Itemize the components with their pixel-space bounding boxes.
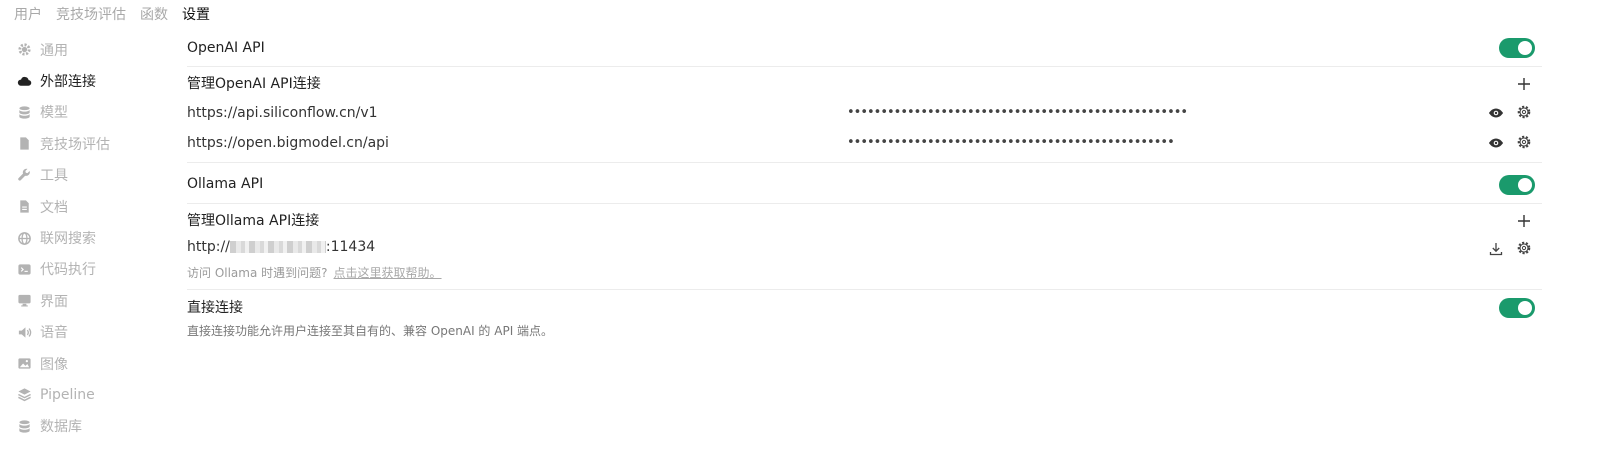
toggle-knob xyxy=(1518,41,1532,55)
sidebar-item-label: 模型 xyxy=(40,105,68,122)
toggle-knob xyxy=(1518,178,1532,192)
plus-icon xyxy=(1518,78,1530,90)
sidebar-item-label: 数据库 xyxy=(40,419,82,436)
hint-text: 访问 Ollama 时遇到问题? xyxy=(187,266,328,280)
ollama-api-title: Ollama API xyxy=(187,176,264,192)
sidebar-item-label: 文档 xyxy=(40,199,68,216)
url-suffix: :11434 xyxy=(325,239,376,255)
sidebar-item-label: 联网搜索 xyxy=(40,231,96,248)
direct-connection-toggle[interactable] xyxy=(1499,298,1535,318)
sidebar-item-documents[interactable]: 文档 xyxy=(16,191,166,222)
direct-connection-description: 直接连接功能允许用户连接至其自有的、兼容 OpenAI 的 API 端点。 xyxy=(187,324,554,338)
show-key-button[interactable] xyxy=(1487,104,1505,122)
toggle-knob xyxy=(1518,301,1532,315)
openai-api-toggle[interactable] xyxy=(1499,38,1535,58)
divider xyxy=(187,203,1542,204)
sidebar-item-arena[interactable]: 竞技场评估 xyxy=(16,128,166,159)
gear-icon xyxy=(16,42,32,58)
sidebar-item-pipelines[interactable]: Pipeline xyxy=(16,379,166,410)
add-ollama-connection-button[interactable] xyxy=(1515,212,1533,230)
connection-settings-button[interactable] xyxy=(1515,239,1533,257)
ollama-connection-url[interactable]: http:// :11434 xyxy=(187,237,375,257)
document-icon xyxy=(16,136,32,152)
plus-icon xyxy=(1518,215,1530,227)
database-icon xyxy=(16,418,32,434)
help-link[interactable]: 点击这里获取帮助。 xyxy=(334,266,442,280)
download-model-button[interactable] xyxy=(1487,240,1505,258)
ollama-help-hint: 访问 Ollama 时遇到问题? 点击这里获取帮助。 xyxy=(187,265,442,281)
openai-connection-url-2[interactable]: https://open.bigmodel.cn/api xyxy=(187,133,389,153)
tab-users[interactable]: 用户 xyxy=(14,5,42,25)
ollama-api-toggle[interactable] xyxy=(1499,175,1535,195)
sidebar-item-label: 竞技场评估 xyxy=(40,136,110,153)
sidebar-item-code-exec[interactable]: 代码执行 xyxy=(16,254,166,285)
file-icon xyxy=(16,199,32,215)
manage-openai-label: 管理OpenAI API连接 xyxy=(187,76,321,92)
sidebar-item-tools[interactable]: 工具 xyxy=(16,160,166,191)
redacted-host xyxy=(229,241,326,253)
sidebar-item-label: 代码执行 xyxy=(40,262,96,279)
terminal-icon xyxy=(16,261,32,277)
sidebar-item-label: Pipeline xyxy=(40,386,95,403)
sidebar-item-audio[interactable]: 语音 xyxy=(16,317,166,348)
sidebar-item-label: 通用 xyxy=(40,42,68,59)
sidebar-item-label: 图像 xyxy=(40,356,68,373)
divider xyxy=(187,66,1542,67)
top-nav: 用户 竞技场评估 函数 设置 xyxy=(14,5,210,25)
settings-sidebar: 通用 外部连接 模型 竞技场评估 工具 文档 联网搜索 代码执行 界面 语音 图… xyxy=(16,34,166,442)
image-icon xyxy=(16,356,32,372)
show-key-button[interactable] xyxy=(1487,134,1505,152)
sidebar-item-label: 语音 xyxy=(40,325,68,342)
tab-functions[interactable]: 函数 xyxy=(140,5,168,25)
divider xyxy=(187,162,1542,163)
sidebar-item-interface[interactable]: 界面 xyxy=(16,285,166,316)
sidebar-item-connections[interactable]: 外部连接 xyxy=(16,65,166,96)
gear-icon xyxy=(1517,241,1531,255)
cloud-icon xyxy=(16,73,32,89)
gear-icon xyxy=(1517,105,1531,119)
connection-settings-button[interactable] xyxy=(1515,103,1533,121)
eye-icon xyxy=(1489,138,1503,148)
wrench-icon xyxy=(16,167,32,183)
tab-arena-eval[interactable]: 竞技场评估 xyxy=(56,5,126,25)
add-openai-connection-button[interactable] xyxy=(1515,75,1533,93)
gear-icon xyxy=(1517,135,1531,149)
manage-ollama-label: 管理Ollama API连接 xyxy=(187,213,320,229)
globe-icon xyxy=(16,230,32,246)
sidebar-item-label: 界面 xyxy=(40,293,68,310)
download-icon xyxy=(1489,243,1503,256)
divider xyxy=(187,289,1542,290)
sidebar-item-web-search[interactable]: 联网搜索 xyxy=(16,222,166,253)
sidebar-item-database[interactable]: 数据库 xyxy=(16,411,166,442)
monitor-icon xyxy=(16,293,32,309)
layers-icon xyxy=(16,387,32,403)
openai-api-key-2[interactable]: ••••••••••••••••••••••••••••••••••••••••… xyxy=(847,133,1175,153)
openai-api-title: OpenAI API xyxy=(187,40,265,56)
sidebar-item-models[interactable]: 模型 xyxy=(16,97,166,128)
connections-panel: OpenAI API 管理OpenAI API连接 https://api.si… xyxy=(187,0,1542,456)
direct-connection-title: 直接连接 xyxy=(187,300,243,316)
sidebar-item-images[interactable]: 图像 xyxy=(16,348,166,379)
sidebar-item-label: 工具 xyxy=(40,168,68,185)
speaker-icon xyxy=(16,324,32,340)
sidebar-item-general[interactable]: 通用 xyxy=(16,34,166,65)
openai-api-key-1[interactable]: ••••••••••••••••••••••••••••••••••••••••… xyxy=(847,103,1188,123)
eye-icon xyxy=(1489,108,1503,118)
openai-connection-url-1[interactable]: https://api.siliconflow.cn/v1 xyxy=(187,103,378,123)
url-prefix: http:// xyxy=(187,239,230,255)
database-icon xyxy=(16,104,32,120)
connection-settings-button[interactable] xyxy=(1515,133,1533,151)
sidebar-item-label: 外部连接 xyxy=(40,74,96,91)
